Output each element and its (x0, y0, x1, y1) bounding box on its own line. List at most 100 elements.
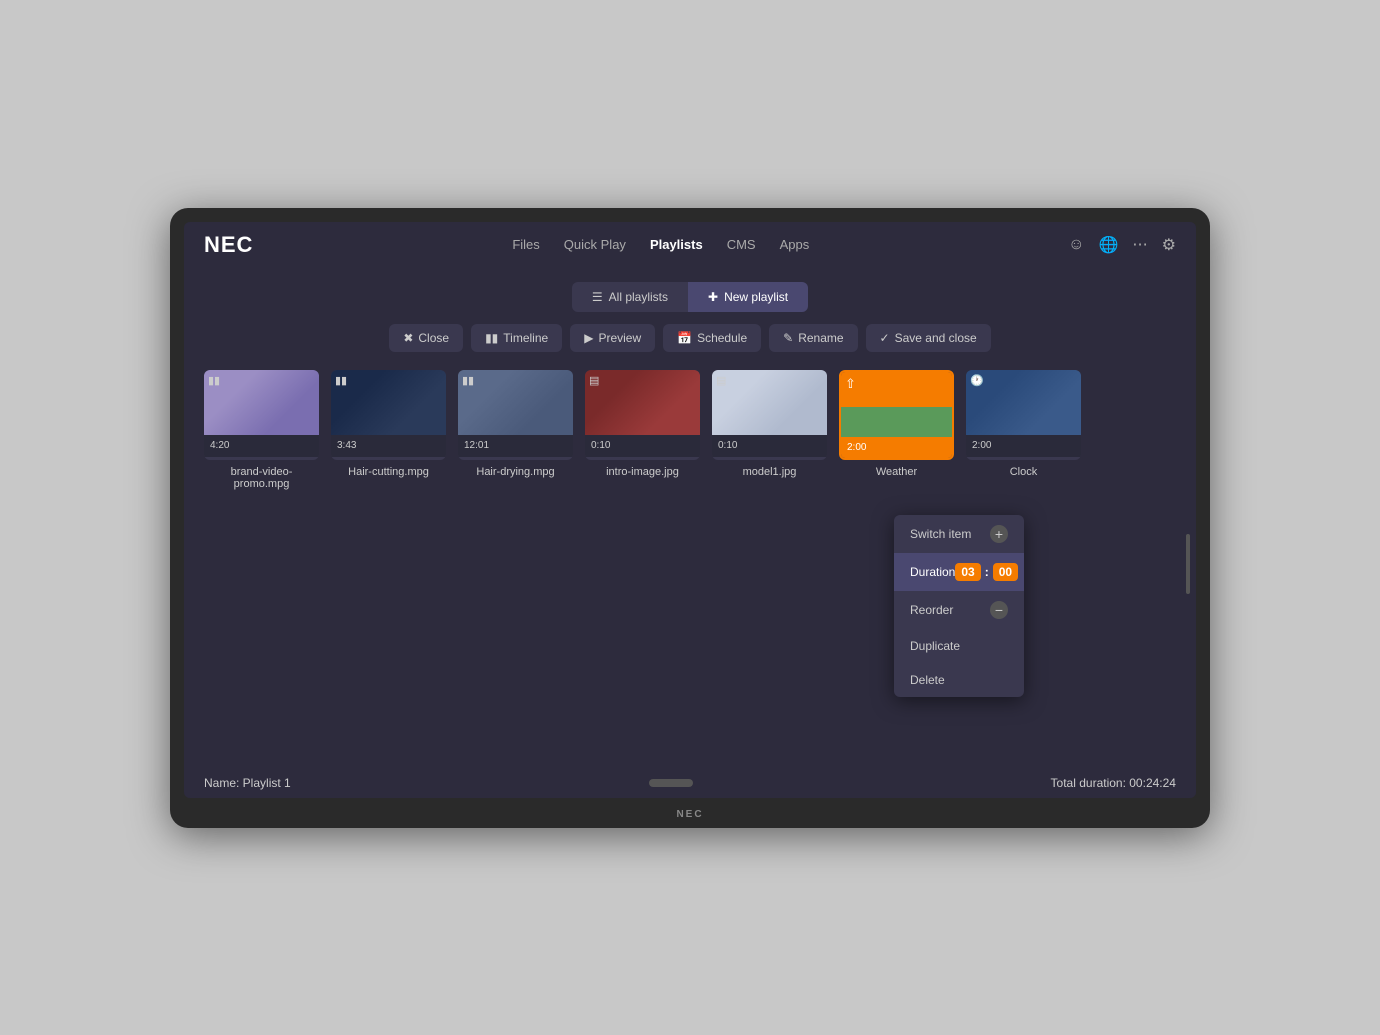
nav-files[interactable]: Files (512, 237, 539, 252)
ctx-switch-item[interactable]: Switch item + (894, 515, 1024, 553)
item-card-7[interactable]: 🕐 2:00 (966, 370, 1081, 460)
list-item[interactable]: 🕐 2:00 Clock (966, 370, 1081, 478)
rename-button[interactable]: ✎ Rename (769, 324, 857, 352)
settings-icon[interactable]: ⚙ (1162, 235, 1176, 255)
list-item[interactable]: ▤ 0:10 intro-image.jpg (585, 370, 700, 478)
nav-playlists[interactable]: Playlists (650, 237, 703, 252)
item-label-7: Clock (1010, 466, 1038, 478)
duration-value[interactable]: 03 (955, 563, 980, 581)
nav-quickplay[interactable]: Quick Play (564, 237, 626, 252)
duration-label: Duration (910, 565, 955, 579)
nav-menu: Files Quick Play Playlists CMS Apps (512, 237, 809, 252)
duration-bar-6: 2:00 (841, 437, 952, 459)
weather-green-bar (841, 407, 952, 437)
item-card-5[interactable]: ▤ 0:10 (712, 370, 827, 460)
ctx-duration[interactable]: Duration 03 : 00 (894, 553, 1024, 591)
item-label-1: brand-video-promo.mpg (204, 466, 319, 490)
total-duration: Total duration: 00:24:24 (1051, 776, 1176, 790)
header-icons: ☺ 🌐 ⋅⋅⋅ ⚙ (1068, 235, 1176, 255)
globe-icon[interactable]: 🌐 (1098, 235, 1118, 255)
save-icon: ✓ (880, 331, 890, 345)
save-and-close-label: Save and close (895, 331, 977, 345)
content-area: ▮▮ 4:20 brand-video-promo.mpg ▮▮ (184, 360, 1196, 768)
ctx-duplicate[interactable]: Duplicate (894, 629, 1024, 663)
item-label-2: Hair-cutting.mpg (348, 466, 429, 478)
image-icon: ▤ (589, 374, 599, 387)
duration-value2[interactable]: 00 (993, 563, 1018, 581)
nav-cms[interactable]: CMS (727, 237, 756, 252)
preview-label: Preview (598, 331, 641, 345)
list-item[interactable]: ⇧ 2:00 Weather (839, 370, 954, 478)
thumbnail-2: ▮▮ (331, 370, 446, 435)
item-card-1[interactable]: ▮▮ 4:20 (204, 370, 319, 460)
duration-2: 3:43 (337, 440, 356, 451)
list-item[interactable]: ▤ 0:10 model1.jpg (712, 370, 827, 478)
scrollbar-right[interactable] (1186, 534, 1190, 594)
timeline-label: Timeline (503, 331, 548, 345)
duration-bar-5: 0:10 (712, 435, 827, 457)
tv-display: NEC Files Quick Play Playlists CMS Apps … (170, 208, 1210, 828)
list-item[interactable]: ▮▮ 4:20 brand-video-promo.mpg (204, 370, 319, 490)
item-label-6: Weather (876, 466, 917, 478)
thumbnail-3: ▮▮ (458, 370, 573, 435)
image-icon: ▤ (716, 374, 726, 387)
user-icon[interactable]: ☺ (1068, 236, 1084, 254)
thumbnail-1: ▮▮ (204, 370, 319, 435)
all-playlists-tab[interactable]: ☰ All playlists (572, 282, 688, 312)
nec-brand-bottom: NEC (676, 809, 703, 820)
duration-6: 2:00 (847, 442, 866, 453)
action-bar: ✖ Close ▮▮ Timeline ▶ Preview 📅 Schedule… (389, 324, 990, 352)
item-card-4[interactable]: ▤ 0:10 (585, 370, 700, 460)
duration-1: 4:20 (210, 440, 229, 451)
duration-bar-2: 3:43 (331, 435, 446, 457)
duration-bar-7: 2:00 (966, 435, 1081, 457)
duration-bar-3: 12:01 (458, 435, 573, 457)
list-item[interactable]: ▮▮ 12:01 Hair-drying.mpg (458, 370, 573, 478)
item-label-4: intro-image.jpg (606, 466, 679, 478)
wifi-icon[interactable]: ⋅⋅⋅ (1132, 235, 1147, 255)
item-card-6[interactable]: ⇧ 2:00 (839, 370, 954, 460)
ctx-reorder[interactable]: Reorder − (894, 591, 1024, 629)
schedule-label: Schedule (697, 331, 747, 345)
ctx-plus-icon[interactable]: + (990, 525, 1008, 543)
ctx-minus-icon[interactable]: − (990, 601, 1008, 619)
duplicate-label: Duplicate (910, 639, 960, 653)
header: NEC Files Quick Play Playlists CMS Apps … (184, 222, 1196, 268)
duration-input-group: 03 : 00 (955, 563, 1018, 581)
timeline-button[interactable]: ▮▮ Timeline (471, 324, 562, 352)
preview-button[interactable]: ▶ Preview (570, 324, 655, 352)
close-button[interactable]: ✖ Close (389, 324, 463, 352)
new-playlist-tab[interactable]: ✚ New playlist (688, 282, 808, 312)
preview-icon: ▶ (584, 331, 593, 345)
switch-item-label: Switch item (910, 527, 971, 541)
playlist-tabs: ☰ All playlists ✚ New playlist (572, 282, 808, 312)
video-icon: ▮▮ (335, 374, 347, 387)
footer: Name: Playlist 1 Total duration: 00:24:2… (184, 768, 1196, 798)
duration-colon: : (985, 565, 989, 579)
reorder-label: Reorder (910, 603, 953, 617)
schedule-button[interactable]: 📅 Schedule (663, 324, 761, 352)
item-card-2[interactable]: ▮▮ 3:43 (331, 370, 446, 460)
tv-screen: NEC Files Quick Play Playlists CMS Apps … (184, 222, 1196, 798)
ctx-delete[interactable]: Delete (894, 663, 1024, 697)
item-label-3: Hair-drying.mpg (476, 466, 554, 478)
delete-label: Delete (910, 673, 945, 687)
close-icon: ✖ (403, 331, 413, 345)
save-and-close-button[interactable]: ✓ Save and close (866, 324, 991, 352)
nec-logo: NEC (204, 232, 253, 258)
thumbnail-5: ▤ (712, 370, 827, 435)
schedule-icon: 📅 (677, 331, 692, 345)
rename-icon: ✎ (783, 331, 793, 345)
list-item[interactable]: ▮▮ 3:43 Hair-cutting.mpg (331, 370, 446, 478)
toolbar-area: ☰ All playlists ✚ New playlist ✖ Close ▮… (184, 268, 1196, 360)
nav-apps[interactable]: Apps (780, 237, 810, 252)
duration-3: 12:01 (464, 440, 489, 451)
thumbnail-7: 🕐 (966, 370, 1081, 435)
item-card-3[interactable]: ▮▮ 12:01 (458, 370, 573, 460)
duration-4: 0:10 (591, 440, 610, 451)
close-label: Close (418, 331, 449, 345)
all-playlists-label: All playlists (609, 290, 668, 304)
scroll-indicator (649, 779, 693, 787)
item-label-5: model1.jpg (743, 466, 797, 478)
rename-label: Rename (798, 331, 843, 345)
